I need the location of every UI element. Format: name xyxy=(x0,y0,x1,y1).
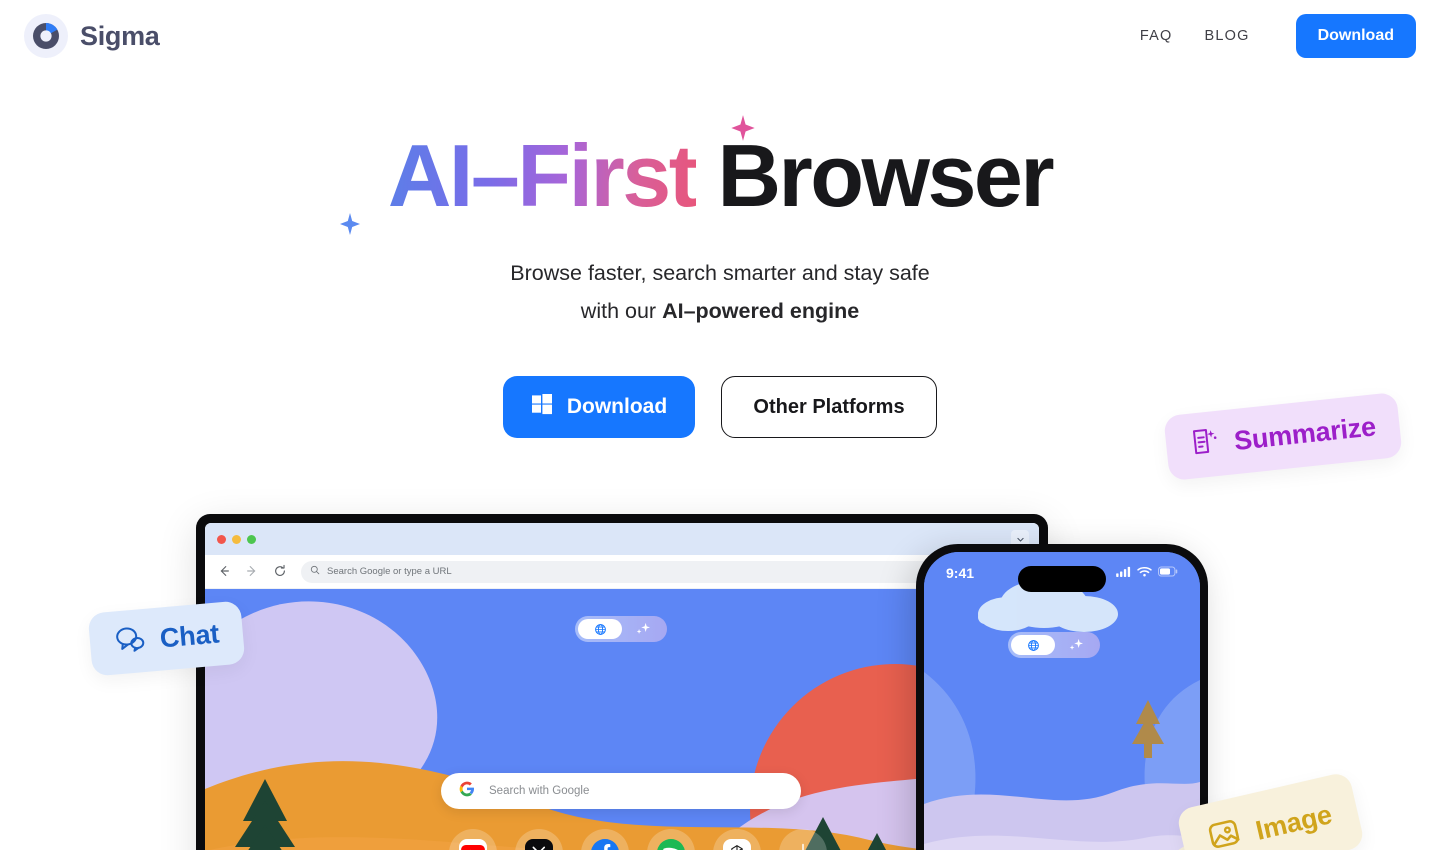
hero-download-button[interactable]: Download xyxy=(503,376,695,438)
page-title: AI–First Browser xyxy=(339,115,1055,235)
facebook-icon xyxy=(591,839,619,850)
back-arrow-icon[interactable] xyxy=(217,564,233,580)
phone-mode-toggle[interactable] xyxy=(1008,632,1100,658)
subtitle-strong: AI–powered engine xyxy=(662,299,860,323)
reload-icon[interactable] xyxy=(273,564,289,580)
subtitle-line-1: Browse faster, search smarter and stay s… xyxy=(510,261,930,285)
url-placeholder: Search Google or type a URL xyxy=(327,566,452,577)
headline-rest-text: Browser xyxy=(717,126,1054,225)
close-window-icon[interactable] xyxy=(217,534,226,544)
browser-tab-bar xyxy=(205,523,1039,555)
other-platforms-button[interactable]: Other Platforms xyxy=(721,376,937,438)
maximize-window-icon[interactable] xyxy=(247,534,256,544)
shortcut-row xyxy=(449,829,827,850)
header-download-button[interactable]: Download xyxy=(1295,14,1416,58)
document-sparkle-icon xyxy=(1189,425,1223,465)
headline-gradient-text: AI–First xyxy=(387,126,698,225)
phone-wallpaper-illustration xyxy=(924,552,1200,850)
headline-plain-text xyxy=(696,126,718,225)
brand-logo[interactable]: Sigma xyxy=(24,14,160,58)
search-icon xyxy=(310,565,320,578)
openai-icon xyxy=(723,839,751,850)
badge-chat[interactable]: Chat xyxy=(87,600,246,677)
windows-icon xyxy=(531,393,553,421)
badge-chat-label: Chat xyxy=(158,618,221,654)
search-placeholder: Search with Google xyxy=(489,785,590,797)
phone-status-bar: 9:41 xyxy=(924,552,1200,594)
badge-image-label: Image xyxy=(1252,799,1335,846)
shortcut-spotify[interactable] xyxy=(647,829,695,850)
sparkle-icon[interactable] xyxy=(622,622,664,636)
sigma-ring-logo-icon xyxy=(24,14,68,58)
hero-subtitle: Browse faster, search smarter and stay s… xyxy=(0,254,1440,330)
dynamic-island xyxy=(1018,566,1106,592)
plus-icon xyxy=(792,840,814,850)
main-nav: FAQ BLOG Download xyxy=(1124,14,1416,58)
shortcut-facebook[interactable] xyxy=(581,829,629,850)
browser-window: Search Google or type a URL Search with … xyxy=(205,523,1039,850)
browser-url-bar: Search Google or type a URL xyxy=(205,555,1039,589)
phone-screen: 9:41 xyxy=(924,552,1200,850)
chat-bubbles-icon xyxy=(113,623,148,661)
sparkle-icon[interactable] xyxy=(1055,638,1097,652)
forward-arrow-icon[interactable] xyxy=(245,564,261,580)
status-time: 9:41 xyxy=(946,565,975,581)
sparkle-star-blue-icon xyxy=(338,212,362,236)
google-search-box[interactable]: Search with Google xyxy=(441,773,801,809)
battery-icon xyxy=(1158,564,1178,582)
site-header: Sigma FAQ BLOG Download xyxy=(0,0,1440,72)
globe-icon[interactable] xyxy=(1011,635,1055,655)
spotify-icon xyxy=(657,839,685,850)
landing-page: Sigma FAQ BLOG Download AI–First Browser… xyxy=(0,0,1440,850)
cellular-signal-icon xyxy=(1116,564,1131,582)
mode-toggle[interactable] xyxy=(575,616,667,642)
new-tab-page: Search with Google xyxy=(205,589,1039,850)
shortcut-add-button[interactable] xyxy=(779,829,827,850)
x-icon xyxy=(525,839,553,850)
subtitle-prefix: with our xyxy=(580,299,663,323)
status-icons xyxy=(1116,564,1178,582)
shortcut-x[interactable] xyxy=(515,829,563,850)
image-icon xyxy=(1205,815,1247,850)
globe-icon[interactable] xyxy=(578,619,622,639)
google-g-icon xyxy=(459,781,475,802)
phone-mockup: 9:41 xyxy=(916,544,1208,850)
hero-download-label: Download xyxy=(566,395,668,418)
minimize-window-icon[interactable] xyxy=(232,534,241,544)
shortcut-openai[interactable] xyxy=(713,829,761,850)
wifi-icon xyxy=(1137,564,1152,582)
brand-name: Sigma xyxy=(80,20,160,51)
subtitle-line-2: with our AI–powered engine xyxy=(0,292,1440,330)
shortcut-youtube[interactable] xyxy=(449,829,497,850)
badge-summarize-label: Summarize xyxy=(1232,411,1378,457)
nav-link-blog[interactable]: BLOG xyxy=(1188,18,1265,54)
nav-link-faq[interactable]: FAQ xyxy=(1124,18,1189,54)
traffic-lights xyxy=(217,534,256,544)
youtube-icon xyxy=(459,839,487,850)
